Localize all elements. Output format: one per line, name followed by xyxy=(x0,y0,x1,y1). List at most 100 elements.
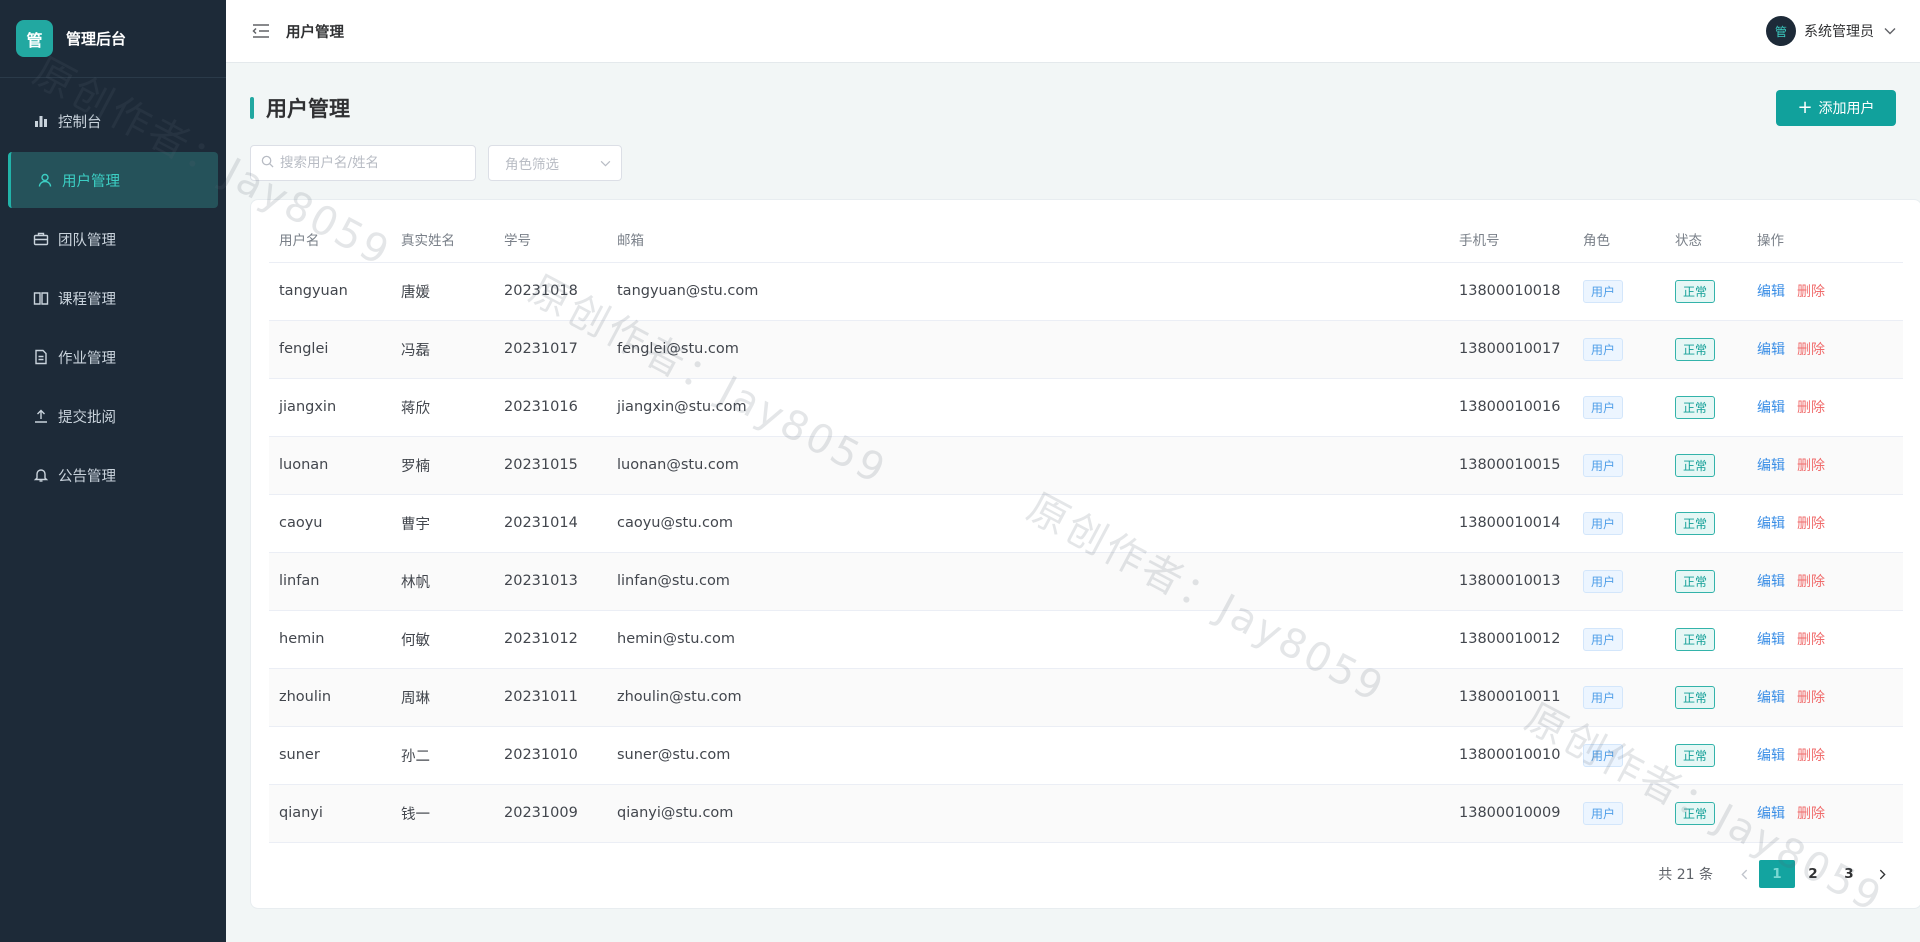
table-row: luonan 罗楠 20231015 luonan@stu.com 138000… xyxy=(269,436,1903,495)
column-header-role[interactable]: 角色 xyxy=(1573,216,1665,263)
delete-link[interactable]: 删除 xyxy=(1797,342,1825,358)
edit-link[interactable]: 编辑 xyxy=(1757,284,1785,300)
sidebar-item-label: 作业管理 xyxy=(58,350,116,367)
document-icon xyxy=(32,348,50,366)
sidebar-item-label: 课程管理 xyxy=(58,291,116,308)
table-row: fenglei 冯磊 20231017 fenglei@stu.com 1380… xyxy=(269,320,1903,379)
table-header-row: 用户名 真实姓名 学号 邮箱 手机号 角色 状态 操作 xyxy=(269,216,1903,263)
cell-actions: 编辑 删除 xyxy=(1747,552,1903,611)
status-badge: 正常 xyxy=(1675,569,1716,593)
user-icon xyxy=(36,171,54,189)
briefcase-icon xyxy=(32,230,50,248)
delete-link[interactable]: 删除 xyxy=(1797,516,1825,532)
cell-email: caoyu@stu.com xyxy=(607,494,1449,553)
sidebar-item-courses[interactable]: 课程管理 xyxy=(8,270,218,326)
table-row: caoyu 曹宇 20231014 caoyu@stu.com 13800010… xyxy=(269,494,1903,553)
delete-link[interactable]: 删除 xyxy=(1797,806,1825,822)
search-input[interactable] xyxy=(280,155,460,171)
status-badge: 正常 xyxy=(1675,801,1716,825)
user-table-card: 用户名 真实姓名 学号 邮箱 手机号 角色 状态 操作 tangyuan 唐媛 … xyxy=(250,199,1920,909)
cell-status: 正常 xyxy=(1665,552,1747,611)
prev-page-icon[interactable] xyxy=(1729,860,1759,888)
edit-link[interactable]: 编辑 xyxy=(1757,574,1785,590)
sidebar-item-users[interactable]: 用户管理 xyxy=(8,152,218,208)
edit-link[interactable]: 编辑 xyxy=(1757,748,1785,764)
user-menu[interactable]: 管 系统管理员 xyxy=(1766,16,1896,46)
cell-role: 用户 xyxy=(1573,494,1665,553)
delete-link[interactable]: 删除 xyxy=(1797,748,1825,764)
cell-email: tangyuan@stu.com xyxy=(607,262,1449,321)
add-user-label: 添加用户 xyxy=(1818,101,1875,117)
user-name: 系统管理员 xyxy=(1804,24,1874,40)
column-header-status[interactable]: 状态 xyxy=(1665,216,1747,263)
page-number-1[interactable]: 1 xyxy=(1759,860,1795,888)
edit-link[interactable]: 编辑 xyxy=(1757,806,1785,822)
delete-link[interactable]: 删除 xyxy=(1797,284,1825,300)
brand[interactable]: 管 管理后台 xyxy=(0,0,226,78)
topbar-breadcrumb: 用户管理 xyxy=(286,23,344,41)
column-header-email[interactable]: 邮箱 xyxy=(607,216,1449,263)
pagination: 共 21 条 1 2 3 xyxy=(1658,860,1897,888)
page-number-3[interactable]: 3 xyxy=(1831,860,1867,888)
cell-username: tangyuan xyxy=(269,262,391,321)
delete-link[interactable]: 删除 xyxy=(1797,690,1825,706)
edit-link[interactable]: 编辑 xyxy=(1757,690,1785,706)
cell-username: jiangxin xyxy=(269,378,391,437)
edit-link[interactable]: 编辑 xyxy=(1757,632,1785,648)
cell-email: suner@stu.com xyxy=(607,726,1449,785)
cell-role: 用户 xyxy=(1573,726,1665,785)
cell-realname: 周琳 xyxy=(391,668,494,727)
user-table: 用户名 真实姓名 学号 邮箱 手机号 角色 状态 操作 tangyuan 唐媛 … xyxy=(269,216,1903,843)
cell-realname: 钱一 xyxy=(391,784,494,843)
search-icon xyxy=(261,154,274,172)
add-user-button[interactable]: + 添加用户 xyxy=(1776,90,1896,126)
sidebar: 管 管理后台 控制台 用户管理 团队管理 课程管理 作业管理 提交批阅 公告管理 xyxy=(0,0,226,942)
sidebar-item-homework[interactable]: 作业管理 xyxy=(8,329,218,385)
sidebar-nav: 控制台 用户管理 团队管理 课程管理 作业管理 提交批阅 公告管理 xyxy=(0,78,226,503)
column-header-student-id[interactable]: 学号 xyxy=(494,216,607,263)
sidebar-item-notices[interactable]: 公告管理 xyxy=(8,447,218,503)
cell-role: 用户 xyxy=(1573,320,1665,379)
cell-realname: 蒋欣 xyxy=(391,378,494,437)
delete-link[interactable]: 删除 xyxy=(1797,632,1825,648)
cell-realname: 唐媛 xyxy=(391,262,494,321)
edit-link[interactable]: 编辑 xyxy=(1757,400,1785,416)
column-header-realname[interactable]: 真实姓名 xyxy=(391,216,494,263)
cell-role: 用户 xyxy=(1573,262,1665,321)
cell-phone: 13800010015 xyxy=(1449,436,1573,495)
sidebar-item-label: 控制台 xyxy=(58,114,102,131)
delete-link[interactable]: 删除 xyxy=(1797,574,1825,590)
table-row: linfan 林帆 20231013 linfan@stu.com 138000… xyxy=(269,552,1903,611)
cell-status: 正常 xyxy=(1665,668,1747,727)
page-number-2[interactable]: 2 xyxy=(1795,860,1831,888)
cell-email: luonan@stu.com xyxy=(607,436,1449,495)
cell-phone: 13800010018 xyxy=(1449,262,1573,321)
brand-title: 管理后台 xyxy=(66,30,127,48)
role-badge: 用户 xyxy=(1583,627,1624,651)
upload-icon xyxy=(32,407,50,425)
status-badge: 正常 xyxy=(1675,337,1716,361)
cell-phone: 13800010014 xyxy=(1449,494,1573,553)
sidebar-item-review[interactable]: 提交批阅 xyxy=(8,388,218,444)
cell-actions: 编辑 删除 xyxy=(1747,726,1903,785)
sidebar-item-teams[interactable]: 团队管理 xyxy=(8,211,218,267)
cell-realname: 林帆 xyxy=(391,552,494,611)
edit-link[interactable]: 编辑 xyxy=(1757,458,1785,474)
cell-username: fenglei xyxy=(269,320,391,379)
edit-link[interactable]: 编辑 xyxy=(1757,342,1785,358)
plus-icon: + xyxy=(1797,97,1813,118)
delete-link[interactable]: 删除 xyxy=(1797,458,1825,474)
menu-fold-icon[interactable] xyxy=(252,21,272,41)
delete-link[interactable]: 删除 xyxy=(1797,400,1825,416)
role-filter-select[interactable]: 角色筛选 xyxy=(488,145,622,181)
status-badge: 正常 xyxy=(1675,685,1716,709)
sidebar-item-dashboard[interactable]: 控制台 xyxy=(8,93,218,149)
column-header-actions: 操作 xyxy=(1747,216,1903,263)
cell-role: 用户 xyxy=(1573,378,1665,437)
column-header-phone[interactable]: 手机号 xyxy=(1449,216,1573,263)
edit-link[interactable]: 编辑 xyxy=(1757,516,1785,532)
cell-phone: 13800010010 xyxy=(1449,726,1573,785)
next-page-icon[interactable] xyxy=(1867,860,1897,888)
column-header-username[interactable]: 用户名 xyxy=(269,216,391,263)
main-area: 用户管理 管 系统管理员 用户管理 + 添加用户 搜索用户名/姓名 角色筛选 用… xyxy=(226,0,1920,942)
